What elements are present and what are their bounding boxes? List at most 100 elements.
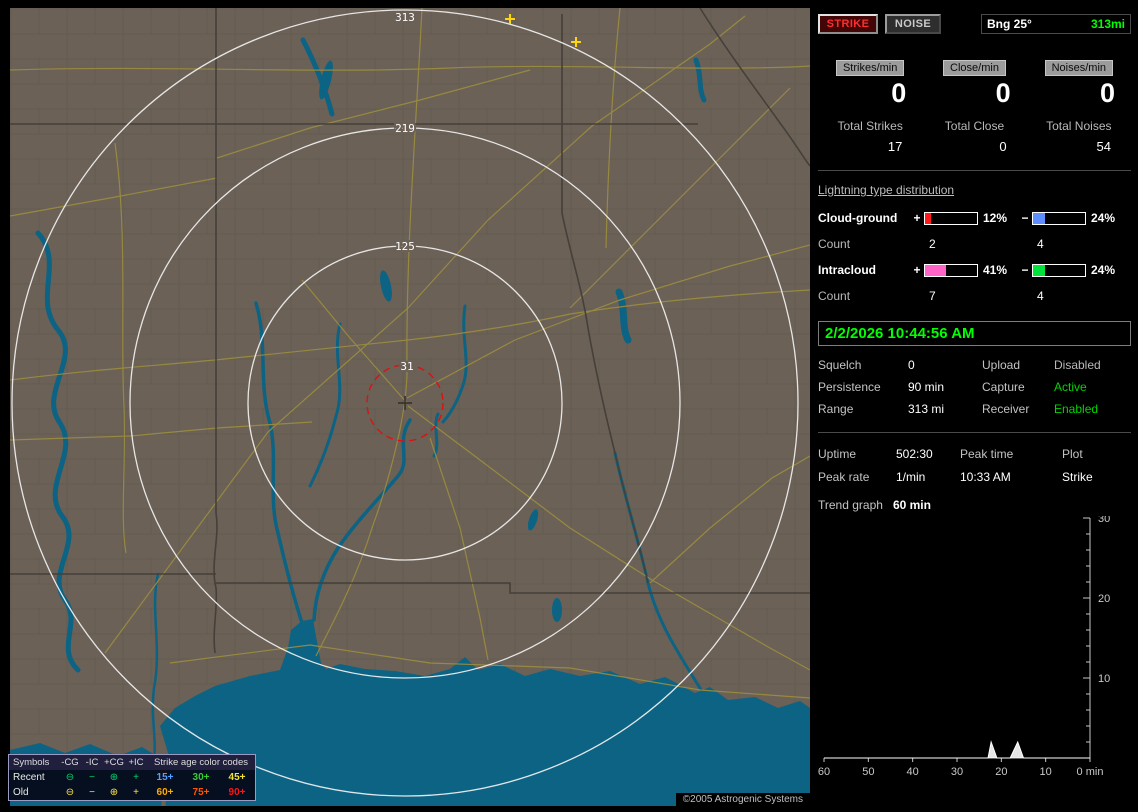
persistence-label: Persistence — [818, 380, 881, 394]
total-noises-value: 54 — [1096, 139, 1111, 154]
separator — [818, 170, 1131, 171]
app-window: { "map": { "ring_labels": ["313", "219",… — [0, 0, 1138, 812]
ic-positive-bar — [924, 263, 978, 277]
trend-graph-row: Trend graph 60 min — [818, 498, 1131, 512]
ic-positive-pct: 41% — [983, 263, 1008, 277]
legend-recent-label: Recent — [13, 772, 45, 783]
noises-per-min-label: Noises/min — [1044, 60, 1114, 76]
age-60: 60+ — [156, 787, 174, 798]
total-close-value: 0 — [999, 139, 1007, 154]
legend-recent-ages: 15+ 30+ 45+ — [147, 772, 255, 783]
rate-boxes: Strikes/min 0 Close/min 0 Noises/min 0 — [818, 60, 1131, 109]
legend-col-pos-cg: +CG — [104, 757, 124, 768]
totals-row: Total Strikes 17 Total Close 0 Total Noi… — [818, 119, 1131, 154]
svg-text:40: 40 — [907, 766, 919, 778]
capture-label: Capture — [982, 380, 1025, 394]
total-close: Total Close 0 — [922, 119, 1026, 154]
close-per-min-label: Close/min — [943, 60, 1006, 76]
status-panel: STRIKE NOISE Bng 25° 313mi Strikes/min 0… — [818, 8, 1131, 806]
trend-graph-window: 60 min — [892, 498, 931, 512]
svg-text:10: 10 — [1040, 766, 1052, 778]
strike-mode-button[interactable]: STRIKE — [818, 14, 878, 34]
cg-negative-pct: 24% — [1091, 211, 1116, 225]
legend-symbols-title: Symbols — [13, 757, 50, 768]
cg-positive-count: 2 — [929, 237, 936, 251]
cg-negative-count: 4 — [1037, 237, 1044, 251]
legend-col-neg-ic: -IC — [85, 757, 99, 768]
map-canvas: 313 219 125 31 — [10, 8, 810, 806]
plus-sign: + — [913, 211, 921, 225]
upload-status: Disabled — [1054, 358, 1101, 372]
trend-graph-label: Trend graph — [818, 498, 883, 512]
legend-age-title: Strike age color codes — [154, 757, 248, 768]
settings-grid: Squelch 0 Upload Disabled Persistence 90… — [818, 358, 1131, 416]
age-45: 45+ — [228, 772, 246, 783]
total-strikes: Total Strikes 17 — [818, 119, 922, 154]
trend-chart: 10 20 30 60 50 40 30 20 10 0 min — [818, 513, 1131, 781]
cg-positive-bar — [924, 211, 978, 225]
peak-rate-value: 1/min — [896, 470, 926, 484]
count-label: Count — [818, 289, 851, 303]
cloud-ground-row: Cloud-ground + 12% − 24% — [818, 205, 1131, 231]
bearing-range: 313mi — [1090, 17, 1125, 31]
ic-negative-bar-fill — [1033, 264, 1046, 276]
ic-negative-bar — [1032, 263, 1086, 277]
range-value: 313 mi — [908, 402, 945, 416]
svg-text:60: 60 — [818, 766, 830, 778]
legend-recent-row: Recent ⊖ − ⊕ + 15+ 30+ 45+ — [9, 770, 255, 785]
map-legend: Symbols -CG -IC +CG +IC Strike age color… — [8, 754, 256, 801]
squelch-value: 0 — [908, 358, 915, 372]
receiver-status: Enabled — [1054, 402, 1099, 416]
peak-time-label: Peak time — [960, 447, 1014, 461]
svg-text:20: 20 — [1098, 593, 1110, 605]
minus-sign: − — [1021, 263, 1029, 277]
cg-positive-pct: 12% — [983, 211, 1008, 225]
ring-label-313: 313 — [395, 11, 415, 24]
ic-positive-bar-fill — [925, 264, 947, 276]
cg-positive-bar-fill — [925, 212, 932, 224]
total-strikes-value: 17 — [887, 139, 903, 154]
legend-col-neg-cg: -CG — [61, 757, 79, 768]
ring-label-125: 125 — [395, 240, 415, 253]
intracloud-label: Intracloud — [818, 263, 877, 277]
count-label: Count — [818, 237, 851, 251]
svg-text:0 min: 0 min — [1077, 766, 1104, 778]
pos-ic-recent-icon: + — [133, 772, 139, 783]
current-timestamp: 2/2/2026 10:44:56 AM — [825, 325, 975, 342]
close-per-min-value: 0 — [995, 78, 1011, 108]
uptime-value: 502:30 — [896, 447, 933, 461]
plot-label: Plot — [1062, 447, 1083, 461]
total-noises: Total Noises 54 — [1027, 119, 1131, 154]
age-30: 30+ — [192, 772, 210, 783]
ring-label-31: 31 — [400, 360, 413, 373]
svg-text:30: 30 — [951, 766, 963, 778]
neg-cg-old-icon: ⊖ — [65, 787, 75, 798]
capture-status: Active — [1054, 380, 1087, 394]
receiver-label: Receiver — [982, 402, 1030, 416]
bearing-box: Bng 25° 313mi — [981, 14, 1131, 34]
total-close-label: Total Close — [944, 119, 1005, 133]
uptime-grid: Uptime 502:30 Peak time Plot Peak rate 1… — [818, 447, 1131, 484]
copyright-notice: ©2005 Astrogenic Systems — [675, 793, 810, 806]
neg-cg-recent-icon: ⊖ — [65, 772, 75, 783]
lightning-map: 313 219 125 31 Symbols -CG -IC +CG +IC S… — [8, 8, 810, 806]
svg-text:50: 50 — [862, 766, 874, 778]
close-per-min: Close/min 0 — [922, 60, 1026, 109]
cg-negative-bar — [1032, 211, 1086, 225]
noise-mode-button[interactable]: NOISE — [885, 14, 941, 34]
legend-header-row: Symbols -CG -IC +CG +IC Strike age color… — [9, 755, 255, 770]
svg-text:20: 20 — [995, 766, 1007, 778]
cg-negative-bar-fill — [1033, 212, 1046, 224]
cloud-ground-count-row: Count 2 4 — [818, 231, 1131, 257]
peak-rate-label: Peak rate — [818, 470, 870, 484]
minus-sign: − — [1021, 211, 1029, 225]
squelch-label: Squelch — [818, 358, 862, 372]
range-label: Range — [818, 402, 854, 416]
pos-ic-old-icon: + — [133, 787, 139, 798]
bearing-value: Bng 25° — [987, 17, 1032, 31]
strikes-per-min-label: Strikes/min — [835, 60, 905, 76]
peak-time-value: 10:33 AM — [960, 470, 1011, 484]
pos-cg-recent-icon: ⊕ — [109, 772, 119, 783]
upload-label: Upload — [982, 358, 1021, 372]
pos-cg-old-icon: ⊕ — [109, 787, 119, 798]
